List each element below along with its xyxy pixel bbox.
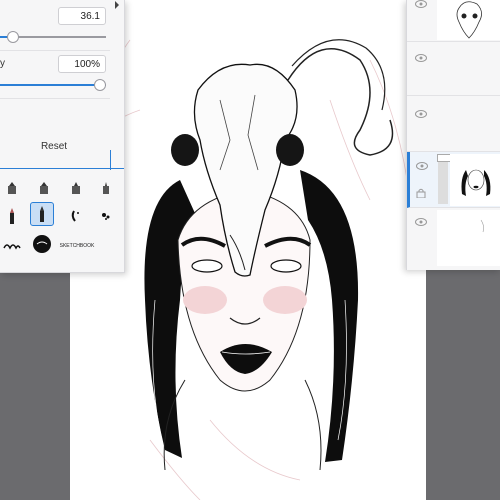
splatter-icon[interactable] <box>94 204 118 228</box>
layer-thumbnail-portrait <box>450 154 500 206</box>
layer-row-portrait[interactable] <box>407 152 500 208</box>
text-brush-label: SKETCHBOOK <box>59 243 95 249</box>
marker-icon[interactable] <box>32 176 56 200</box>
layer-row-sketch[interactable] <box>407 208 500 270</box>
lettering-icon[interactable] <box>0 234 24 258</box>
eye-icon[interactable] <box>415 54 427 62</box>
opacity-slider-fill <box>0 84 106 86</box>
layer-thumbnail-skull <box>437 0 500 40</box>
text-icon[interactable]: SKETCHBOOK <box>59 234 95 258</box>
divider <box>0 98 110 99</box>
lock-icon[interactable] <box>416 188 426 198</box>
layer-row-skull[interactable] <box>407 0 500 42</box>
opacity-slider-knob[interactable] <box>94 79 106 91</box>
pen-icon[interactable] <box>30 202 54 226</box>
brush-size-field[interactable]: 36.1 <box>58 7 106 25</box>
brush-library: SKETCHBOOK <box>0 176 124 272</box>
layer-row-empty-1[interactable] <box>407 42 500 96</box>
chevron-right-icon[interactable] <box>110 0 124 40</box>
marker-icon[interactable] <box>0 176 24 200</box>
eye-icon[interactable] <box>415 218 427 226</box>
layer-opacity-indicator[interactable] <box>437 154 451 162</box>
pen-icon[interactable] <box>0 204 24 228</box>
layer-opacity-bar[interactable] <box>438 162 448 204</box>
opacity-field[interactable]: 100% <box>58 55 106 73</box>
layer-row-empty-2[interactable] <box>407 96 500 152</box>
eye-icon[interactable] <box>415 0 427 8</box>
brush-properties-panel: 36.1 y 100% Reset SKETCHBOOK <box>0 0 125 273</box>
eye-icon[interactable] <box>416 162 428 170</box>
feather-icon[interactable] <box>64 204 88 228</box>
brush-size-slider-knob[interactable] <box>6 31 19 43</box>
reset-button[interactable]: Reset <box>0 132 108 162</box>
layer-thumbnail-sketch <box>437 210 500 266</box>
marker-icon[interactable] <box>64 176 88 200</box>
layers-panel <box>406 0 500 270</box>
opacity-label: y <box>0 58 5 69</box>
brush-library-divider <box>0 168 124 169</box>
eye-icon[interactable] <box>415 110 427 118</box>
marker-icon[interactable] <box>94 176 118 200</box>
badge-icon[interactable] <box>30 232 54 256</box>
divider <box>0 50 110 51</box>
panel-tab[interactable] <box>110 150 125 170</box>
